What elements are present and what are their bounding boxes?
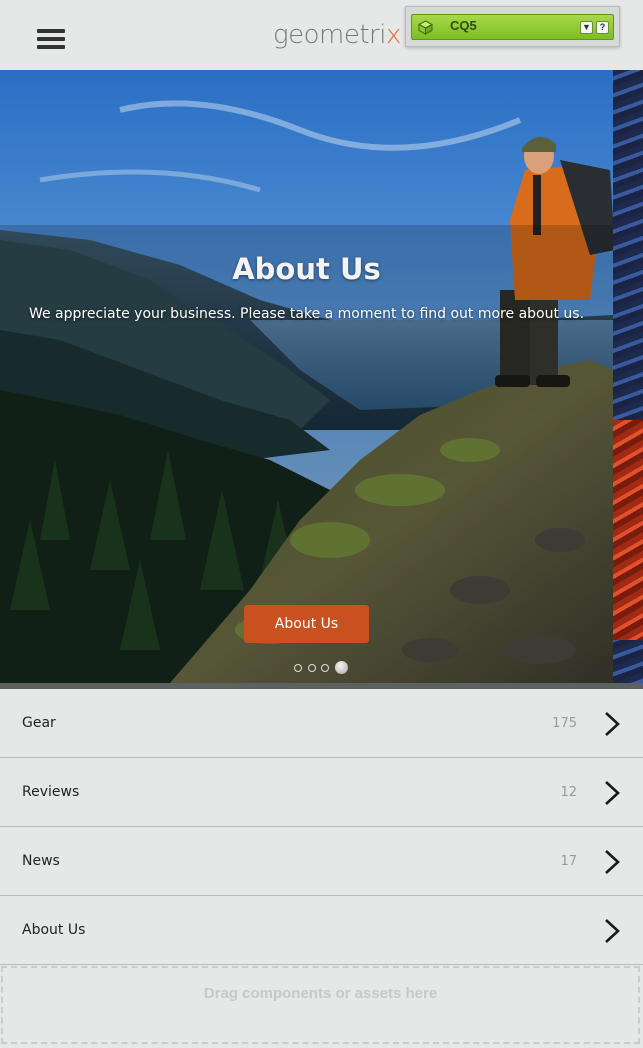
list-item-reviews[interactable]: Reviews 12 (0, 758, 643, 827)
component-drop-zone[interactable]: Drag components or assets here (1, 966, 640, 1044)
hero-description: We appreciate your business. Please take… (28, 306, 585, 322)
category-list: Gear 175 Reviews 12 News 17 About Us (0, 689, 643, 965)
cube-icon (417, 20, 434, 35)
list-item-label: About Us (22, 922, 86, 938)
list-item-count: 17 (560, 854, 577, 869)
hero-title: About Us (232, 252, 381, 286)
site-header: geometrix CQ5 ▼ ? (0, 0, 643, 70)
list-item-news[interactable]: News 17 (0, 827, 643, 896)
cq5-label: CQ5 (450, 18, 477, 33)
carousel-dot-3[interactable] (321, 664, 329, 672)
list-item-count: 175 (552, 716, 577, 731)
hero-about-us-button[interactable]: About Us (244, 605, 369, 643)
list-item-gear[interactable]: Gear 175 (0, 689, 643, 758)
logo-text: geometri (273, 20, 386, 50)
hero-carousel[interactable]: About Us We appreciate your business. Pl… (0, 70, 643, 683)
next-slide-peek (613, 70, 643, 683)
carousel-dot-1[interactable] (294, 664, 302, 672)
carousel-dot-4[interactable] (335, 661, 348, 674)
list-item-label: Reviews (22, 784, 80, 800)
drop-zone-message: Drag components or assets here (203, 985, 438, 1002)
list-item-label: News (22, 853, 60, 869)
list-item-label: Gear (22, 715, 56, 731)
cq5-sidekick-bar[interactable]: CQ5 ▼ ? (411, 14, 614, 40)
site-logo[interactable]: geometrix (273, 20, 401, 50)
hamburger-menu-icon[interactable] (37, 29, 65, 51)
logo-accent: x (385, 20, 401, 50)
chevron-right-icon (605, 712, 620, 736)
chevron-down-icon[interactable]: ▼ (580, 21, 593, 34)
help-icon[interactable]: ? (596, 21, 609, 34)
chevron-right-icon (605, 850, 620, 874)
chevron-right-icon (605, 919, 620, 943)
list-item-count: 12 (560, 785, 577, 800)
cq5-sidekick: CQ5 ▼ ? (405, 6, 620, 47)
chevron-right-icon (605, 781, 620, 805)
list-item-about-us[interactable]: About Us (0, 896, 643, 965)
carousel-dot-2[interactable] (308, 664, 316, 672)
